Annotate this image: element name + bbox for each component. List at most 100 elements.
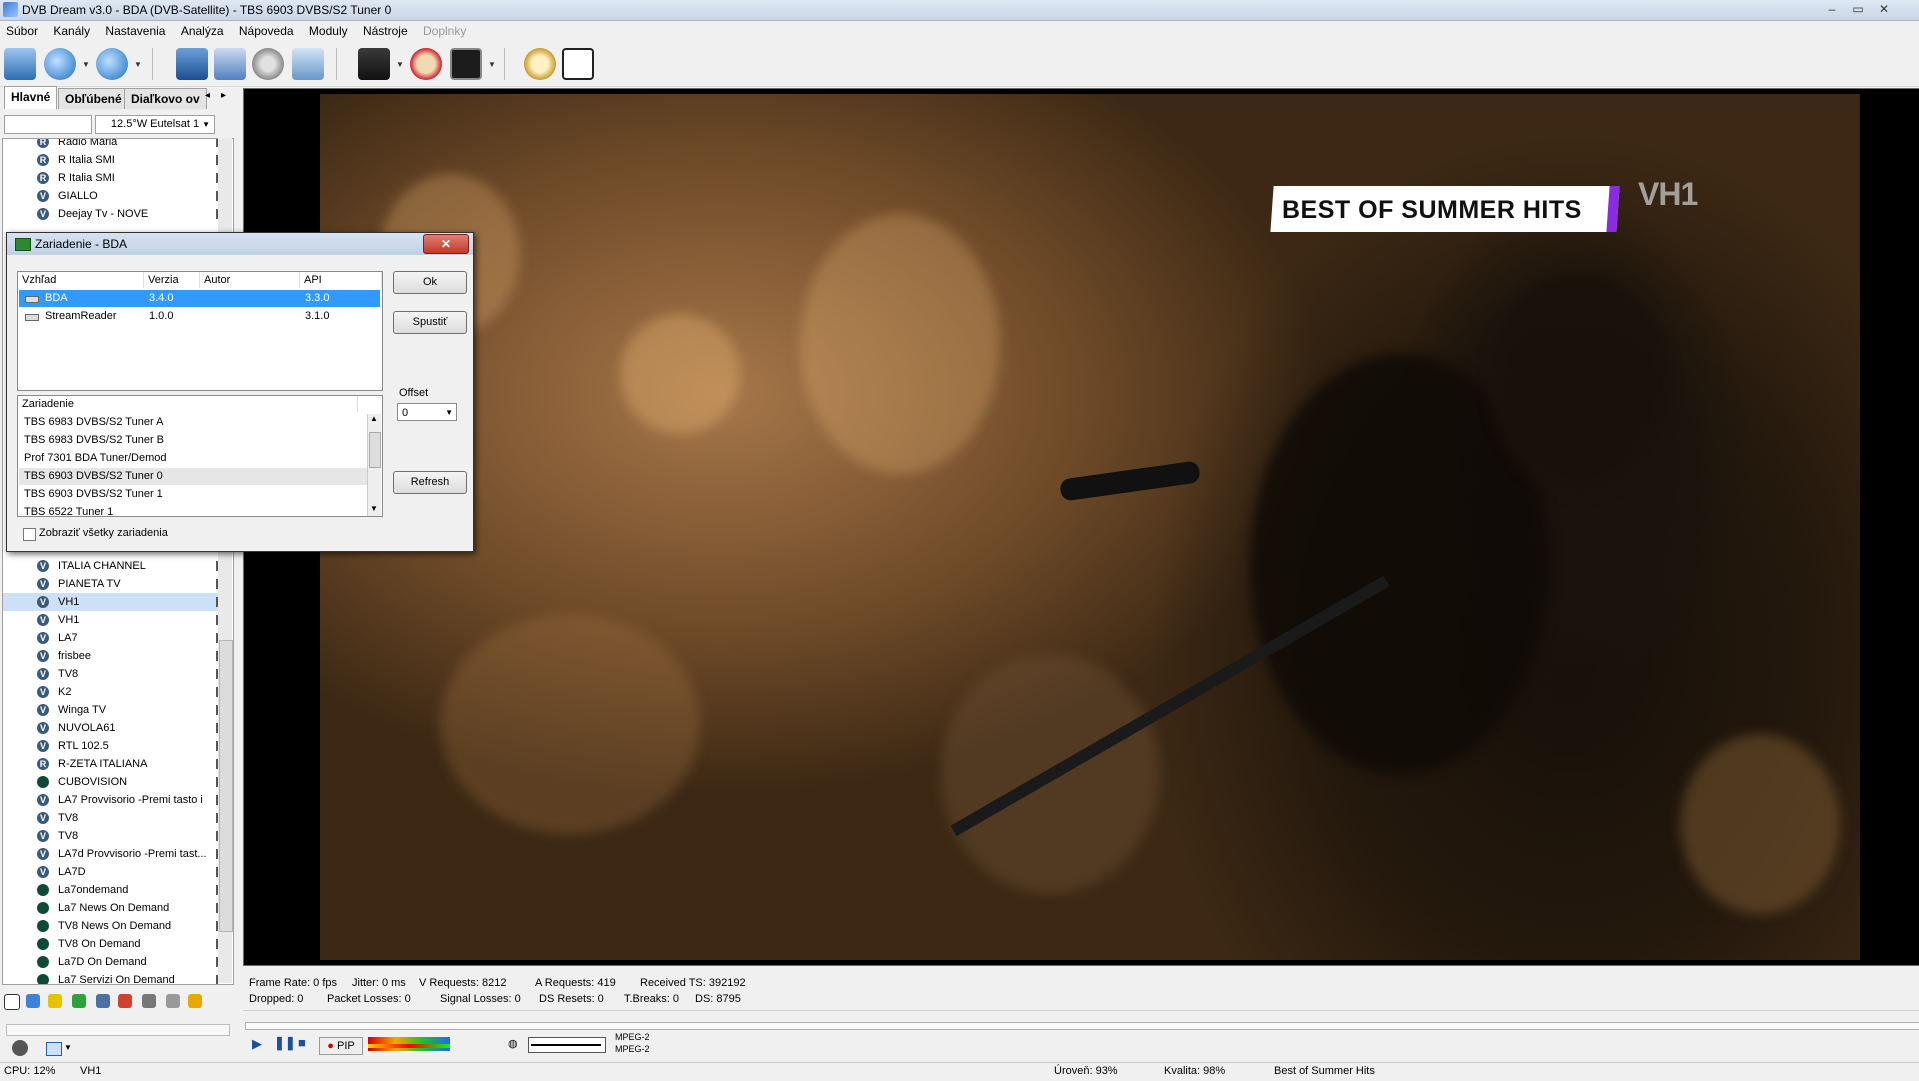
minimize-button[interactable]: – [1820,0,1844,18]
scroll-thumb[interactable] [369,432,381,468]
channel-item[interactable]: V VH1 [3,611,219,629]
channel-item[interactable]: R R-ZETA ITALIANA [3,755,219,773]
channel-item[interactable]: V LA7 Provvisorio -Premi tasto i [3,791,219,809]
device-item[interactable]: TBS 6983 DVBS/S2 Tuner B [24,432,164,449]
menu-file[interactable]: Súbor [0,21,44,41]
col-api[interactable]: API [300,272,382,288]
ok-button[interactable]: Ok [393,271,467,294]
channel-item[interactable]: V VH1 [3,593,219,611]
display-icon[interactable] [292,48,324,80]
col-version[interactable]: Verzia [144,272,200,288]
pip-button[interactable]: ● PIP [319,1037,363,1055]
channel-item[interactable]: V LA7D [3,863,219,881]
channel-item[interactable]: La7 News On Demand [3,899,219,917]
clapperboard-icon[interactable] [358,48,390,80]
channel-item[interactable]: V LA7 [3,629,219,647]
channel-item[interactable]: R R Italia SMI [3,151,219,169]
devices-header[interactable]: Zariadenie [18,396,358,412]
channel-item[interactable]: V GIALLO [3,187,219,205]
refresh-button[interactable]: Refresh [393,471,467,494]
speaker-icon[interactable]: ◍ [508,1037,518,1050]
seek-bar[interactable] [245,1022,1919,1030]
channel-item[interactable]: V RTL 102.5 [3,737,219,755]
dialog-close-button[interactable]: ✕ [423,234,469,254]
record-r-icon[interactable] [450,48,482,80]
record-dropdown-icon[interactable]: ▼ [396,60,404,69]
maximize-button[interactable]: ▭ [1846,0,1870,18]
stop-record-icon[interactable] [410,48,442,80]
view-icon[interactable] [46,1042,62,1056]
collapse-icon[interactable] [4,994,20,1010]
note-icon[interactable] [188,994,202,1008]
back-icon[interactable] [44,48,76,80]
close-button[interactable]: ✕ [1872,0,1896,18]
timer-icon[interactable] [562,48,594,80]
tools-icon[interactable] [142,994,156,1008]
edit-icon[interactable] [166,994,180,1008]
menu-channels[interactable]: Kanály [47,21,96,41]
menu-settings[interactable]: Nastavenia [99,21,171,41]
scroll-up-icon[interactable]: ▲ [370,414,378,423]
menu-addons[interactable]: Doplnky [417,21,472,41]
menu-help[interactable]: Nápoveda [233,21,300,41]
tab-favorites[interactable]: Obľúbené [58,88,129,109]
tag-icon[interactable] [118,994,132,1008]
r-dropdown-icon[interactable]: ▼ [488,60,496,69]
diamond-icon[interactable] [26,994,40,1008]
channel-item[interactable]: V Deejay Tv - NOVE [3,205,219,223]
tab-remote[interactable]: Diaľkovo ov [124,88,207,109]
start-button[interactable]: Spustiť [393,311,467,334]
pause-icon[interactable]: ❚❚ [274,1035,296,1051]
menu-modules[interactable]: Moduly [303,21,354,41]
forward-dropdown-icon[interactable]: ▼ [134,60,142,69]
menu-tools[interactable]: Nástroje [357,21,414,41]
stop-icon[interactable]: ■ [298,1035,306,1050]
menu-analysis[interactable]: Analýza [175,21,230,41]
channel-item[interactable]: R R Italia SMI [3,169,219,187]
clock-icon[interactable] [524,48,556,80]
channel-item[interactable]: V ITALIA CHANNEL [3,557,219,575]
plugin-row[interactable]: BDA 3.4.0 3.3.0 [19,290,380,307]
col-appearance[interactable]: Vzhľad [18,272,144,288]
channel-item[interactable]: V TV8 [3,827,219,845]
device-item[interactable]: TBS 6983 DVBS/S2 Tuner A [24,414,163,431]
channels-icon[interactable] [4,48,36,80]
view-dropdown-icon[interactable]: ▼ [64,1043,72,1052]
settings-small-icon[interactable] [12,1040,28,1056]
monitor-icon[interactable] [176,48,208,80]
offset-select[interactable]: 0 ▼ [397,403,457,421]
col-author[interactable]: Autor [200,272,300,288]
device-item[interactable]: Prof 7301 BDA Tuner/Demod [24,450,166,467]
forward-icon[interactable] [96,48,128,80]
channel-item[interactable]: V PIANETA TV [3,575,219,593]
satellite-select[interactable]: 12.5°W Eutelsat 1 ▼ [95,115,215,134]
channel-item[interactable]: CUBOVISION [3,773,219,791]
channel-item[interactable]: V TV8 [3,809,219,827]
channel-item[interactable]: R Radio Maria [3,139,219,151]
channel-item[interactable]: Vfrisbee [3,647,219,665]
channel-item[interactable]: La7ondemand [3,881,219,899]
gear-icon[interactable] [252,48,284,80]
channel-item[interactable]: La7 Servizi On Demand [3,971,219,984]
channel-item[interactable]: V TV8 [3,665,219,683]
tab-main[interactable]: Hlavné [4,86,58,109]
channel-item[interactable]: TV8 On Demand [3,935,219,953]
channel-item[interactable]: V K2 [3,683,219,701]
window-icon[interactable] [214,48,246,80]
channel-item[interactable]: V Winga TV [3,701,219,719]
device-item-selected[interactable]: TBS 6903 DVBS/S2 Tuner 0 [19,468,370,485]
volume-slider[interactable] [528,1037,606,1053]
sort-icon[interactable] [96,994,110,1008]
scroll-down-icon[interactable]: ▼ [370,504,378,513]
heart-icon[interactable] [48,994,62,1008]
channel-item[interactable]: V NUVOLA61 [3,719,219,737]
device-item[interactable]: TBS 6522 Tuner 1 [24,504,113,516]
channel-list-scroll-thumb[interactable] [219,640,233,932]
video-display[interactable] [320,94,1860,960]
tab-scroll-left-icon[interactable]: ◂ [205,90,210,101]
play-icon[interactable]: ▶ [252,1036,262,1052]
panel-slider[interactable] [6,1024,230,1036]
device-list-scrollbar[interactable]: ▲ ▼ [367,414,381,516]
plugin-row[interactable]: StreamReader 1.0.0 3.1.0 [19,308,380,325]
refresh-icon[interactable] [72,994,86,1008]
